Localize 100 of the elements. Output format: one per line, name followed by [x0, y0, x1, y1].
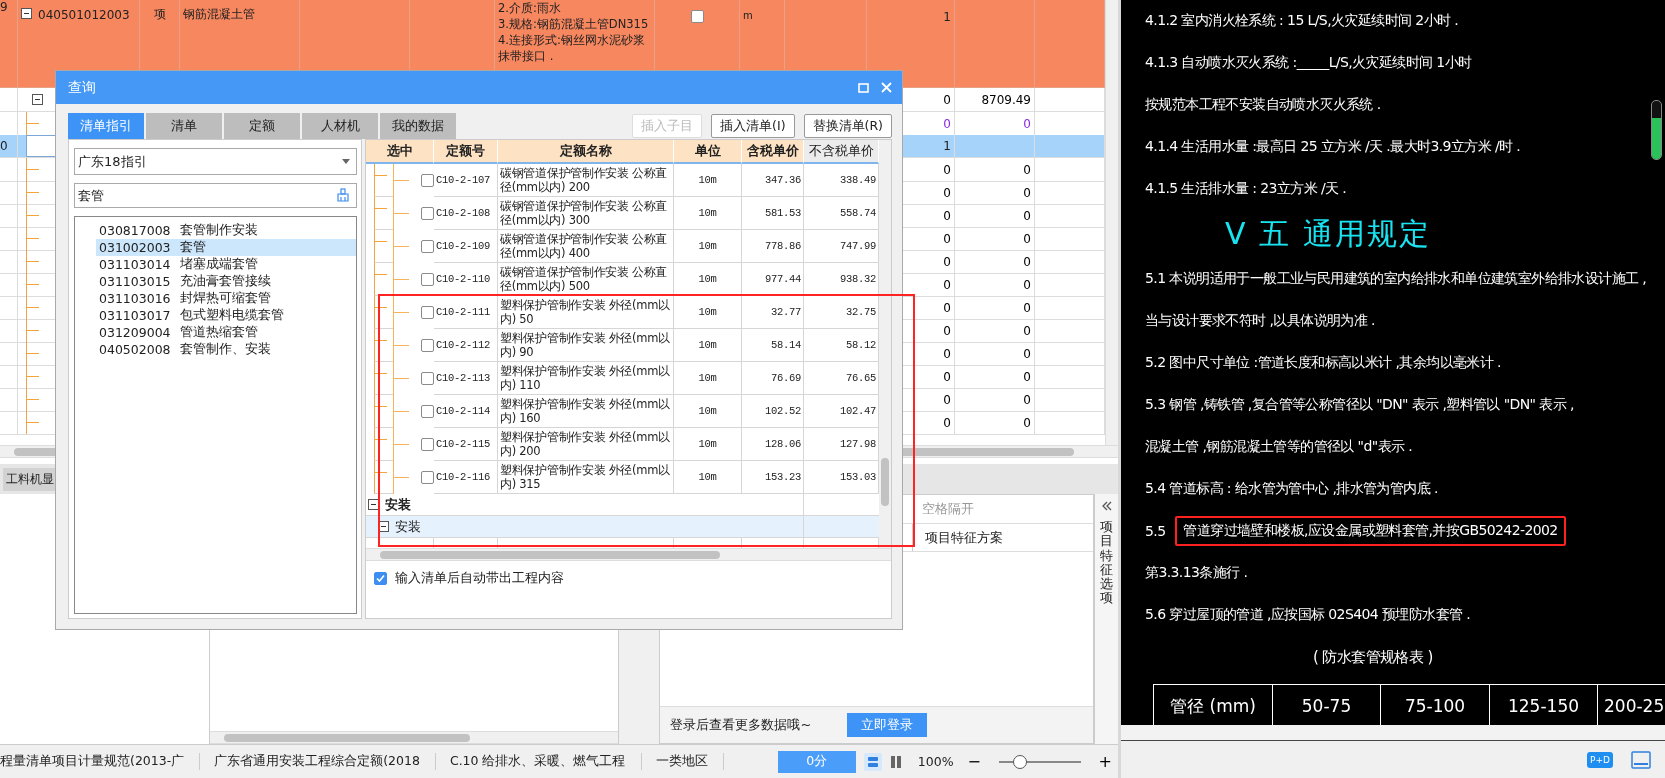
table-cell: 碳钢管道保护管制作安装 公称直径(mm以内) 500	[498, 263, 674, 296]
maximize-icon[interactable]	[858, 82, 869, 93]
table-cell: 0	[955, 181, 1035, 205]
scrollbar[interactable]	[879, 140, 891, 548]
guide-dropdown[interactable]: 广东18指引	[74, 148, 357, 175]
scroll-indicator[interactable]	[1651, 100, 1662, 160]
checkbox[interactable]	[421, 272, 434, 286]
collapse-icon[interactable]	[21, 8, 32, 19]
table-cell: 10m	[674, 362, 742, 395]
scrollbar[interactable]	[1105, 0, 1118, 445]
drawing-text: 混凝土管 ,钢筋混凝土管等的管径以 "d"表示 .	[1145, 438, 1413, 456]
bottom-tab[interactable]: 工料机显	[3, 467, 57, 491]
checkbox[interactable]	[421, 338, 434, 352]
status-text: 广东省通用安装工程综合定额(2018	[214, 753, 436, 770]
checkbox[interactable]	[421, 470, 434, 484]
drawing-text: 第3.3.13条施行 .	[1145, 564, 1248, 582]
status-text: 一类地区	[655, 753, 724, 770]
column-header[interactable]: 定额名称	[498, 140, 674, 164]
checkbox[interactable]	[421, 173, 434, 187]
group-row[interactable]: 安装	[366, 516, 804, 538]
tree-line-icon	[26, 411, 41, 434]
columns-icon[interactable]	[889, 754, 902, 769]
list-item[interactable]: 031209004 管道热缩套管	[96, 324, 356, 341]
table-cell: 0	[955, 204, 1035, 228]
zoom-in-button[interactable]: +	[1092, 752, 1118, 771]
column-header[interactable]: 不含税单价	[804, 140, 879, 164]
table-cell: 58.14	[742, 329, 804, 362]
column-header[interactable]: 选中	[366, 140, 434, 164]
table-cell: 10m	[674, 428, 742, 461]
list-item[interactable]: 031002003 套管	[96, 239, 356, 256]
column-header[interactable]: 含税单价	[742, 140, 804, 164]
collapse-icon[interactable]	[378, 521, 389, 532]
table-cell: 0	[0, 135, 18, 158]
drawing-caption: ( 防水套管规格表 )	[1313, 647, 1433, 667]
scrollbar[interactable]	[209, 731, 619, 744]
table-cell: 10m	[674, 461, 742, 494]
tab[interactable]: 我的数据	[380, 113, 456, 139]
table-cell: C10-2-109	[434, 230, 498, 263]
checkbox[interactable]	[421, 305, 434, 319]
list-item[interactable]: 031103016 封焊热可缩套管	[96, 290, 356, 307]
tree-line-icon	[26, 319, 41, 342]
drawing-text: 5.2 图中尺寸单位 :管道长度和标高以米计 ,其余均以毫米计 .	[1145, 354, 1501, 372]
checkbox[interactable]	[421, 404, 434, 418]
checkbox[interactable]	[421, 239, 434, 253]
action-button[interactable]: 插入清单(I)	[711, 114, 795, 138]
login-text: 登录后查看更多数据哦~	[670, 716, 812, 734]
table-cell: 塑料保护管制作安装 外径(mm以内) 110	[498, 362, 674, 395]
clear-icon[interactable]	[336, 188, 350, 202]
column-header[interactable]: 定额号	[434, 140, 498, 164]
tree-line-icon	[26, 296, 41, 319]
list-item[interactable]: 031103017 包式塑料电缆套管	[96, 307, 356, 324]
table-cell: C10-2-116	[434, 461, 498, 494]
double-chevron-left-icon[interactable]	[1100, 500, 1113, 512]
table-cell: C10-2-114	[434, 395, 498, 428]
item-code: 040501012003	[38, 8, 130, 22]
collapse-icon[interactable]	[32, 94, 43, 105]
table-cell: C10-2-108	[434, 197, 498, 230]
zoom-out-button[interactable]: −	[961, 752, 987, 771]
search-field[interactable]: 套管	[74, 183, 357, 208]
column-header[interactable]: 单位	[674, 140, 742, 164]
close-icon[interactable]	[881, 82, 892, 93]
drawing-text: 4.1.3 自动喷水灭火系统 :_____L/S,火灾延续时间 1小时	[1145, 54, 1472, 72]
table-cell: 塑料保护管制作安装 外径(mm以内) 200	[498, 428, 674, 461]
tree-line-icon	[26, 273, 41, 296]
tab[interactable]: 清单	[146, 113, 222, 139]
side-tab[interactable]: 项目特征选项	[1094, 494, 1118, 744]
table-cell: 0	[955, 319, 1035, 343]
table-cell: 0	[955, 158, 1035, 182]
action-button[interactable]: 替换清单(R)	[803, 114, 892, 138]
table-cell: 153.23	[742, 461, 804, 494]
table-cell: 0	[955, 365, 1035, 389]
tree-line-icon	[26, 342, 41, 365]
tree-line-icon	[26, 181, 41, 204]
checkbox[interactable]	[421, 371, 434, 385]
list-item[interactable]: 040502008 套管制作、安装	[96, 341, 356, 358]
checkbox[interactable]	[421, 437, 434, 451]
list-item[interactable]: 031103015 充油膏套管接续	[96, 273, 356, 290]
table-cell: 碳钢管道保护管制作安装 公称直径(mm以内) 400	[498, 230, 674, 263]
list-item[interactable]: 030817008 套管制作安装	[96, 222, 356, 239]
checkbox[interactable]	[690, 10, 704, 23]
collapse-icon[interactable]	[368, 499, 379, 510]
table-cell: 977.44	[742, 263, 804, 296]
tab[interactable]: 人材机	[302, 113, 378, 139]
tree-line-icon	[26, 250, 41, 273]
list-item[interactable]: 031103014 堵塞成端套管	[96, 256, 356, 273]
checkbox[interactable]	[421, 206, 434, 220]
table-cell: 10m	[674, 230, 742, 263]
scrollbar[interactable]	[366, 548, 891, 561]
tab[interactable]: 定额	[224, 113, 300, 139]
table-cell: 10m	[674, 329, 742, 362]
table-cell: 塑料保护管制作安装 外径(mm以内) 315	[498, 461, 674, 494]
checkbox[interactable]	[374, 572, 387, 585]
table-cell: 0	[955, 388, 1035, 412]
table-cell: 0	[955, 342, 1035, 366]
dialog-title: 查询	[68, 78, 96, 97]
slider-thumb[interactable]	[1012, 754, 1027, 769]
list-view-icon[interactable]	[863, 752, 882, 771]
table-cell: 347.36	[742, 164, 804, 197]
scrollbar[interactable]	[1121, 725, 1665, 740]
panel-icon[interactable]	[1631, 750, 1651, 769]
